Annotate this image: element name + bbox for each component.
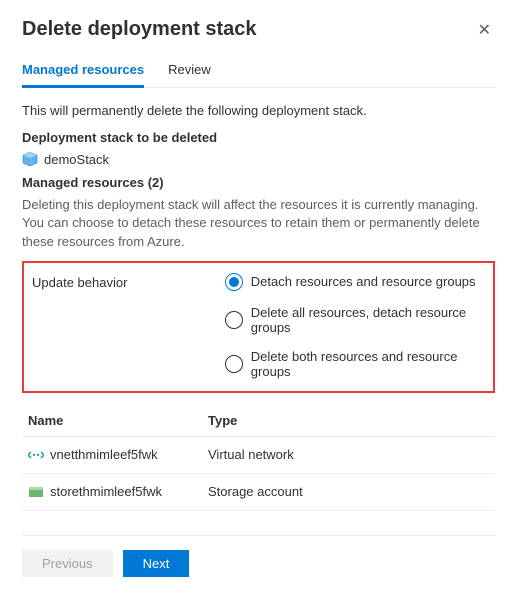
- resource-type: Virtual network: [202, 436, 495, 473]
- vnet-icon: [28, 447, 44, 463]
- storage-icon: [28, 484, 44, 500]
- radio-detach[interactable]: Detach resources and resource groups: [225, 273, 485, 291]
- radio-delete-both[interactable]: Delete both resources and resource group…: [225, 349, 485, 379]
- update-behavior-radio-group: Detach resources and resource groups Del…: [225, 273, 485, 379]
- tab-bar: Managed resources Review: [22, 56, 495, 88]
- previous-button: Previous: [22, 550, 113, 577]
- radio-icon: [225, 311, 243, 329]
- next-button[interactable]: Next: [123, 550, 190, 577]
- managed-resources-help: Deleting this deployment stack will affe…: [22, 196, 495, 251]
- tab-managed-resources[interactable]: Managed resources: [22, 56, 144, 88]
- update-behavior-label: Update behavior: [32, 273, 215, 379]
- stack-row: demoStack: [22, 151, 495, 167]
- table-row: vnetthmimleef5fwk Virtual network: [22, 436, 495, 473]
- close-icon[interactable]: ✕: [474, 18, 495, 42]
- col-name[interactable]: Name: [22, 405, 202, 437]
- stack-name: demoStack: [44, 152, 109, 167]
- table-row: storethmimleef5fwk Storage account: [22, 473, 495, 510]
- resource-name[interactable]: storethmimleef5fwk: [50, 484, 162, 499]
- tab-review[interactable]: Review: [168, 56, 211, 88]
- intro-text: This will permanently delete the followi…: [22, 102, 495, 120]
- radio-label: Delete all resources, detach resource gr…: [251, 305, 485, 335]
- update-behavior-section: Update behavior Detach resources and res…: [22, 261, 495, 393]
- radio-delete-resources[interactable]: Delete all resources, detach resource gr…: [225, 305, 485, 335]
- col-type[interactable]: Type: [202, 405, 495, 437]
- radio-icon: [225, 355, 243, 373]
- managed-resources-heading: Managed resources (2): [22, 175, 495, 190]
- resources-table: Name Type vnetthmimleef5fwk Virtual netw…: [22, 405, 495, 511]
- dialog-title: Delete deployment stack: [22, 18, 257, 41]
- radio-label: Delete both resources and resource group…: [251, 349, 485, 379]
- stack-to-delete-label: Deployment stack to be deleted: [22, 130, 495, 145]
- resource-type: Storage account: [202, 473, 495, 510]
- radio-icon: [225, 273, 243, 291]
- footer: Previous Next: [22, 535, 495, 577]
- resource-name[interactable]: vnetthmimleef5fwk: [50, 447, 158, 462]
- deployment-stack-icon: [22, 151, 38, 167]
- radio-label: Detach resources and resource groups: [251, 274, 476, 289]
